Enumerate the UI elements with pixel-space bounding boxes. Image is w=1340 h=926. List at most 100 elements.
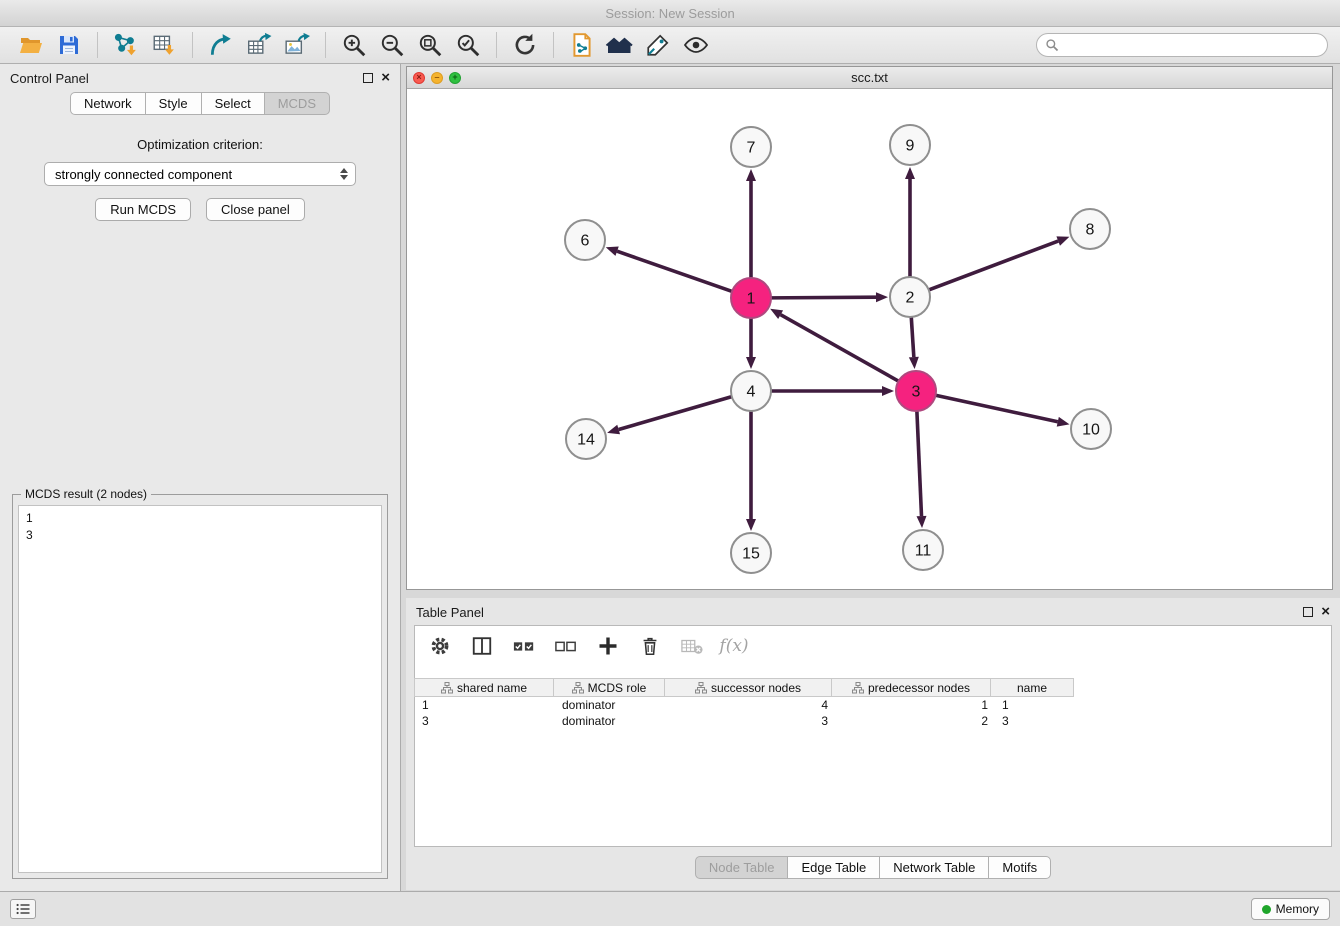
cell-successor-nodes[interactable]: 3 <box>667 713 835 729</box>
tab-edge-table[interactable]: Edge Table <box>787 856 880 879</box>
graph-edge-3-1[interactable] <box>781 315 899 381</box>
import-table-button[interactable] <box>145 30 183 60</box>
graph-edge-3-10[interactable] <box>936 395 1058 422</box>
optimization-criterion-select[interactable]: strongly connected component <box>44 162 356 186</box>
mcds-result-list[interactable]: 1 3 <box>18 505 382 873</box>
control-panel: Control Panel × Network Style Select MCD… <box>0 64 401 891</box>
tab-select[interactable]: Select <box>201 92 265 115</box>
svg-text:2: 2 <box>906 290 915 307</box>
memory-button[interactable]: Memory <box>1251 898 1330 920</box>
zoom-in-button[interactable] <box>335 30 373 60</box>
graph-node-3[interactable]: 3 <box>896 371 936 411</box>
cell-mcds-role[interactable]: dominator <box>555 697 667 713</box>
task-history-button[interactable] <box>10 899 36 919</box>
export-table-button[interactable] <box>240 30 278 60</box>
column-header-successor-nodes[interactable]: successor nodes <box>664 678 832 697</box>
show-columns-button[interactable] <box>469 633 495 659</box>
window-title: Session: New Session <box>605 6 734 21</box>
create-column-button[interactable] <box>595 633 621 659</box>
zoom-selected-button[interactable] <box>449 30 487 60</box>
column-header-predecessor-nodes[interactable]: predecessor nodes <box>831 678 991 697</box>
export-table-icon <box>246 32 272 58</box>
apply-layout-button[interactable] <box>506 30 544 60</box>
graph-edge-1-2[interactable] <box>771 297 876 298</box>
control-panel-tabs: Network Style Select MCDS <box>0 92 400 115</box>
graph-edge-2-3[interactable] <box>911 317 914 357</box>
network-snapshot-button[interactable] <box>563 30 601 60</box>
network-canvas[interactable]: 7 9 6 8 1 2 4 3 14 10 15 11 <box>407 89 1332 589</box>
tab-mcds[interactable]: MCDS <box>264 92 330 115</box>
graph-node-6[interactable]: 6 <box>565 220 605 260</box>
graph-node-10[interactable]: 10 <box>1071 409 1111 449</box>
toolbar-search <box>1036 33 1328 57</box>
trash-icon <box>639 635 661 657</box>
column-header-name[interactable]: name <box>990 678 1074 697</box>
run-mcds-button[interactable]: Run MCDS <box>95 198 191 221</box>
close-panel-button[interactable]: Close panel <box>206 198 305 221</box>
import-table-icon <box>151 32 177 58</box>
toolbar-separator <box>97 32 98 58</box>
graph-edge-2-8[interactable] <box>929 241 1058 290</box>
tab-node-table[interactable]: Node Table <box>695 856 789 879</box>
tab-style[interactable]: Style <box>145 92 202 115</box>
open-folder-icon <box>18 33 44 57</box>
graph-node-2[interactable]: 2 <box>890 277 930 317</box>
zoom-out-button[interactable] <box>373 30 411 60</box>
table-panel-title: Table Panel <box>416 605 484 620</box>
delete-columns-button[interactable] <box>637 633 663 659</box>
graph-node-14[interactable]: 14 <box>566 419 606 459</box>
search-input[interactable] <box>1065 38 1319 53</box>
import-network-button[interactable] <box>107 30 145 60</box>
search-icon <box>1045 38 1059 52</box>
table-mode-button[interactable] <box>427 633 453 659</box>
graph-node-11[interactable]: 11 <box>903 530 943 570</box>
export-image-button[interactable] <box>278 30 316 60</box>
delete-table-button[interactable] <box>679 633 705 659</box>
cell-predecessor-nodes[interactable]: 2 <box>835 713 995 729</box>
show-graphics-details-button[interactable] <box>677 30 715 60</box>
tab-network-table[interactable]: Network Table <box>879 856 989 879</box>
table-row[interactable]: 3 dominator 3 2 3 <box>415 713 1331 729</box>
network-window-titlebar: × – + scc.txt <box>407 67 1332 89</box>
select-all-rows-button[interactable] <box>511 633 537 659</box>
function-builder-button[interactable]: f(x) <box>721 633 747 659</box>
table-bottom-tabs: Node Table Edge Table Network Table Moti… <box>695 856 1051 879</box>
first-neighbors-button[interactable] <box>601 30 639 60</box>
cell-successor-nodes[interactable]: 4 <box>667 697 835 713</box>
close-table-panel-icon[interactable]: × <box>1321 607 1330 617</box>
float-panel-icon[interactable] <box>363 73 373 83</box>
main-toolbar <box>0 27 1340 64</box>
edge-arrowhead <box>917 516 927 528</box>
column-header-shared-name[interactable]: shared name <box>414 678 554 697</box>
graph-edge-1-6[interactable] <box>617 251 732 291</box>
cell-mcds-role[interactable]: dominator <box>555 713 667 729</box>
save-session-button[interactable] <box>50 30 88 60</box>
export-network-button[interactable] <box>202 30 240 60</box>
deselect-all-rows-button[interactable] <box>553 633 579 659</box>
table-row[interactable]: 1 dominator 4 1 1 <box>415 697 1331 713</box>
zoom-fit-button[interactable] <box>411 30 449 60</box>
svg-text:6: 6 <box>581 233 590 250</box>
float-table-panel-icon[interactable] <box>1303 607 1313 617</box>
apply-style-button[interactable] <box>639 30 677 60</box>
open-session-button[interactable] <box>12 30 50 60</box>
graph-node-4[interactable]: 4 <box>731 371 771 411</box>
graph-node-15[interactable]: 15 <box>731 533 771 573</box>
cell-shared-name[interactable]: 3 <box>415 713 555 729</box>
graph-node-7[interactable]: 7 <box>731 127 771 167</box>
tab-motifs[interactable]: Motifs <box>988 856 1051 879</box>
graph-node-1[interactable]: 1 <box>731 278 771 318</box>
column-header-mcds-role[interactable]: MCDS role <box>553 678 665 697</box>
graph-node-8[interactable]: 8 <box>1070 209 1110 249</box>
list-icon <box>16 903 30 915</box>
edge-arrowhead <box>746 519 756 531</box>
close-panel-icon[interactable]: × <box>381 73 390 83</box>
tab-network[interactable]: Network <box>70 92 146 115</box>
graph-edge-4-14[interactable] <box>619 397 732 430</box>
graph-node-9[interactable]: 9 <box>890 125 930 165</box>
cell-shared-name[interactable]: 1 <box>415 697 555 713</box>
cell-name[interactable]: 3 <box>995 713 1079 729</box>
graph-edge-3-11[interactable] <box>917 411 922 516</box>
cell-name[interactable]: 1 <box>995 697 1079 713</box>
cell-predecessor-nodes[interactable]: 1 <box>835 697 995 713</box>
